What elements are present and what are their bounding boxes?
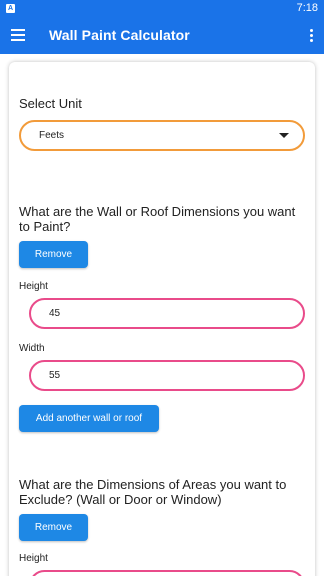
wall-width-label: Width (19, 343, 45, 354)
wall-height-field[interactable]: 45 (29, 298, 305, 329)
unit-select-value: Feets (39, 130, 65, 141)
app-title: Wall Paint Calculator (49, 27, 190, 43)
exclude-dimensions-heading: What are the Dimensions of Areas you wan… (19, 477, 287, 507)
exclude-height-field[interactable] (29, 570, 305, 576)
wall-width-field[interactable]: 55 (29, 360, 305, 391)
hamburger-menu-icon[interactable] (11, 29, 25, 43)
exclude-height-label: Height (19, 553, 48, 564)
wall-width-value: 55 (49, 370, 61, 381)
wall-height-value: 45 (49, 308, 61, 319)
select-unit-label: Select Unit (19, 96, 82, 111)
status-bar: A 7:18 (0, 0, 324, 18)
notification-icon: A (6, 4, 15, 13)
app-bar: Wall Paint Calculator (0, 18, 324, 54)
unit-select[interactable]: Feets (19, 120, 305, 151)
more-vert-icon[interactable] (310, 29, 314, 43)
dropdown-arrow-icon (279, 133, 289, 138)
remove-wall-button[interactable]: Remove (19, 241, 88, 268)
remove-exclude-button[interactable]: Remove (19, 514, 88, 541)
wall-dimensions-heading: What are the Wall or Roof Dimensions you… (19, 204, 296, 234)
add-wall-button[interactable]: Add another wall or roof (19, 405, 159, 432)
status-time: 7:18 (296, 2, 318, 14)
wall-height-label: Height (19, 281, 48, 292)
